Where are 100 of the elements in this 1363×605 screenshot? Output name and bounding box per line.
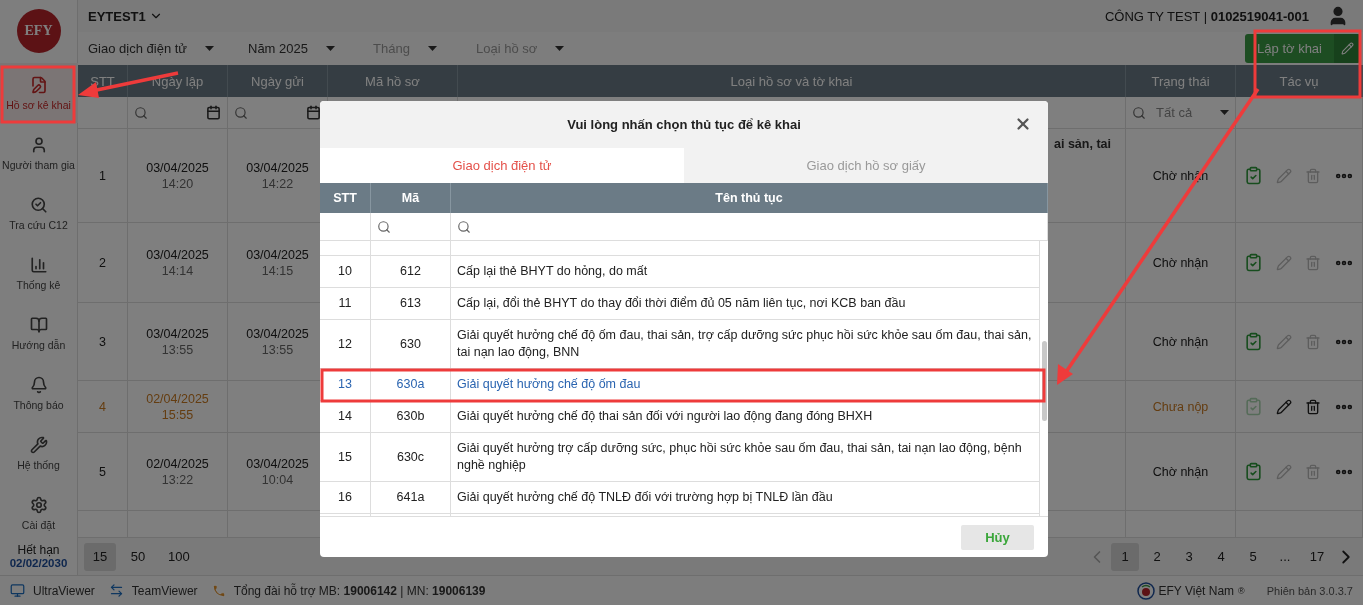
sidebar-item[interactable]: Tra cứu C12 xyxy=(0,183,78,243)
column-header: STT xyxy=(320,183,371,213)
column-header: Ngày gửi xyxy=(228,65,328,97)
pencil-icon xyxy=(1340,42,1354,55)
created-date: 03/04/2025 xyxy=(146,159,209,176)
sent-time: 14:22 xyxy=(261,175,294,192)
scrollbar[interactable] xyxy=(1042,341,1047,421)
page-button[interactable]: 1 xyxy=(1111,542,1139,571)
book-icon xyxy=(29,315,48,334)
status-text: Chờ nhận xyxy=(1152,334,1209,349)
record-type: ai sản, tai xyxy=(1054,137,1111,153)
create-declaration-button[interactable]: Lập tờ khai xyxy=(1245,34,1360,63)
settings-icon xyxy=(29,495,48,514)
tab[interactable]: Giao dịch hồ sơ giấy xyxy=(684,148,1048,183)
phone-icon xyxy=(211,583,226,598)
column-header: Tên thủ tục xyxy=(451,183,1048,213)
sidebar-item[interactable]: Hướng dẫn xyxy=(0,303,78,363)
page-button[interactable]: 2 xyxy=(1143,542,1171,571)
page-button[interactable]: 17 xyxy=(1303,542,1331,571)
page-button[interactable]: 3 xyxy=(1175,542,1203,571)
bar-chart-icon xyxy=(29,255,48,274)
expiry-date: 02/02/2030 xyxy=(9,557,68,569)
created-date: 03/04/2025 xyxy=(146,325,209,342)
logo-icon xyxy=(1136,581,1155,600)
page-button[interactable]: 4 xyxy=(1207,542,1235,571)
column-header: Mã hồ sơ xyxy=(328,65,458,97)
signed-document-icon[interactable] xyxy=(1244,332,1263,351)
row-number: 2 xyxy=(99,255,106,270)
search-icon xyxy=(377,219,391,234)
column-header: Trạng thái xyxy=(1126,65,1236,97)
row-number: 5 xyxy=(99,464,106,479)
sidebar-item[interactable]: Thống kê xyxy=(0,243,78,303)
edit-icon[interactable] xyxy=(1276,398,1292,415)
created-time: 15:55 xyxy=(161,406,194,423)
monitor-icon[interactable] xyxy=(10,583,25,598)
sidebar-item[interactable]: Cài đặt xyxy=(0,483,78,543)
procedure-row[interactable]: 16 641a Giải quyết hưởng chế độ TNLĐ đối với trường hợp bị TNLĐ lần đầu xyxy=(320,482,1040,514)
tool-link[interactable]: TeamViewer xyxy=(131,583,198,598)
filter-dropdown[interactable]: Năm 2025 xyxy=(248,41,335,56)
magnifier-icon xyxy=(29,195,48,214)
procedure-row[interactable]: 12 630 Giải quyết hưởng chế độ ốm đau, thai sản, trợ cấp dưỡng sức phục hồi sức khỏe sau ốm đau, thai sản, tai nạn lao động, BNN xyxy=(320,320,1040,369)
created-time: 14:20 xyxy=(161,175,194,192)
account-dropdown[interactable]: EYTEST1 xyxy=(88,8,163,24)
page-button[interactable]: ... xyxy=(1271,542,1299,571)
brand-name: EFY Việt Nam xyxy=(1158,583,1235,598)
close-icon xyxy=(1014,115,1032,133)
dialog-title: Vui lòng nhấn chọn thủ tục để kê khai xyxy=(567,117,801,132)
wrench-icon xyxy=(29,435,48,454)
registered-mark: ® xyxy=(1238,585,1245,596)
caret-icon xyxy=(1220,110,1229,115)
created-date: 02/04/2025 xyxy=(146,455,209,472)
created-time: 14:14 xyxy=(161,262,194,279)
delete-icon[interactable] xyxy=(1305,398,1321,415)
search-icon xyxy=(234,105,248,120)
procedure-row[interactable]: 11 613 Cấp lại, đổi thẻ BHYT do thay đổi thời điểm đủ 05 năm liên tục, nơi KCB ban đầu xyxy=(320,288,1040,320)
sent-date: 03/04/2025 xyxy=(246,325,309,342)
caret-icon xyxy=(427,46,437,51)
column-header: Mã xyxy=(371,183,451,213)
bell-icon xyxy=(29,375,48,394)
created-date: 03/04/2025 xyxy=(146,246,209,263)
arrows-icon[interactable] xyxy=(108,583,124,598)
signed-document-icon[interactable] xyxy=(1244,253,1263,272)
signed-document-icon[interactable] xyxy=(1244,462,1263,481)
procedure-row[interactable]: 15 630c Giải quyết hưởng trợ cấp dưỡng sức, phục hồi sức khỏe sau ốm đau, thai sản, tai nạn lao động, bệnh nghề nghiệp xyxy=(320,433,1040,482)
expiry-label: Hết hạn xyxy=(17,543,60,557)
signed-document-icon[interactable] xyxy=(1244,166,1263,185)
status-text: Chưa nộp xyxy=(1152,399,1209,414)
procedure-row[interactable]: 13 630a Giải quyết hưởng chế độ ốm đau xyxy=(320,369,1040,401)
sidebar-item[interactable]: Người tham gia xyxy=(0,123,78,183)
calendar-icon[interactable] xyxy=(306,105,321,120)
row-number: 3 xyxy=(99,334,106,349)
row-number: 4 xyxy=(99,399,106,414)
page-size-option[interactable]: 15 xyxy=(84,542,116,571)
sent-time: 13:55 xyxy=(261,341,294,358)
column-header: Tác vụ xyxy=(1236,65,1363,97)
sidebar-item[interactable]: Hệ thống xyxy=(0,423,78,483)
status-text: Chờ nhận xyxy=(1152,464,1209,479)
column-header: Loại hồ sơ và tờ khai xyxy=(458,65,1126,97)
sent-time: 14:15 xyxy=(261,262,294,279)
sent-date: 03/04/2025 xyxy=(246,455,309,472)
document-pen-icon xyxy=(29,75,48,94)
caret-icon xyxy=(205,46,215,51)
page-size-option[interactable]: 50 xyxy=(122,542,154,571)
caret-icon xyxy=(326,46,335,51)
version-text: Phiên bản 3.0.3.7 xyxy=(1266,584,1353,597)
search-icon xyxy=(134,105,148,120)
close-button[interactable] xyxy=(1014,115,1032,133)
created-time: 13:55 xyxy=(161,341,194,358)
caret-icon xyxy=(555,46,565,51)
sidebar-item[interactable]: Thông báo xyxy=(0,363,78,423)
filter-dropdown[interactable]: Giao dịch điện tử xyxy=(88,41,215,56)
page-size-option[interactable]: 100 xyxy=(160,542,198,571)
cancel-button[interactable]: Hủy xyxy=(961,524,1034,550)
procedure-row[interactable]: 10 612 Cấp lại thẻ BHYT do hỏng, do mất xyxy=(320,256,1040,288)
sent-time: 10:04 xyxy=(261,471,294,488)
hotline-text: Tổng đài hỗ trợ MB: 19006142 | MN: 19006139 xyxy=(233,583,486,598)
page-button[interactable]: 5 xyxy=(1239,542,1267,571)
tool-link[interactable]: UltraViewer xyxy=(33,583,95,598)
procedure-row[interactable]: 14 630b Giải quyết hưởng chế độ thai sản đối với người lao động đang đóng BHXH xyxy=(320,401,1040,433)
status-filter[interactable]: Tất cả xyxy=(1132,105,1229,120)
